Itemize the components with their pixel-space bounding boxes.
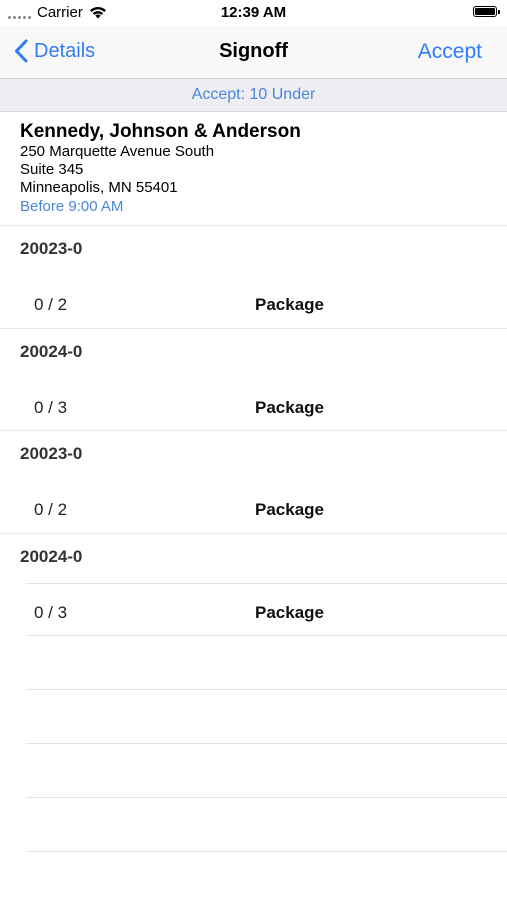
navigation-bar: Details Signoff Accept (0, 26, 507, 79)
package-type[interactable]: Package (255, 500, 324, 520)
package-type[interactable]: Package (255, 398, 324, 418)
customer-name: Kennedy, Johnson & Anderson (20, 121, 301, 142)
divider (0, 533, 507, 534)
status-time: 12:39 AM (220, 4, 287, 21)
address-line-2: Suite 345 (20, 161, 84, 178)
empty-row-divider (26, 851, 507, 852)
accept-button[interactable]: Accept (418, 40, 482, 64)
empty-row-divider (26, 743, 507, 744)
group-header: 20024-0 (20, 342, 83, 361)
divider (0, 225, 507, 226)
address-block: Kennedy, Johnson & Anderson 250 Marquett… (20, 112, 500, 216)
divider (26, 583, 507, 584)
package-count[interactable]: 0 / 2 (34, 500, 67, 520)
chevron-left-icon (15, 39, 28, 63)
empty-row-divider (26, 689, 507, 690)
package-count[interactable]: 0 / 3 (34, 603, 67, 623)
package-type[interactable]: Package (255, 295, 324, 315)
empty-row-divider (26, 797, 507, 798)
group-header: 20023-0 (20, 444, 83, 463)
battery-icon (473, 6, 500, 17)
package-type[interactable]: Package (255, 603, 324, 623)
package-count[interactable]: 0 / 2 (34, 295, 67, 315)
address-line-1: 250 Marquette Avenue South (20, 143, 215, 160)
divider (0, 430, 507, 431)
delivery-time-window: Before 9:00 AM (20, 198, 124, 215)
group-header: 20024-0 (20, 547, 83, 566)
package-count[interactable]: 0 / 3 (34, 398, 67, 418)
back-button[interactable]: Details (14, 39, 95, 63)
accept-summary-banner: Accept: 10 Under (0, 79, 507, 112)
back-label: Details (34, 39, 96, 62)
group-header: 20023-0 (20, 239, 83, 258)
status-bar: Carrier 12:39 AM (0, 0, 507, 26)
divider (0, 328, 507, 329)
address-line-3: Minneapolis, MN 55401 (20, 179, 178, 196)
empty-row-divider (26, 635, 507, 636)
